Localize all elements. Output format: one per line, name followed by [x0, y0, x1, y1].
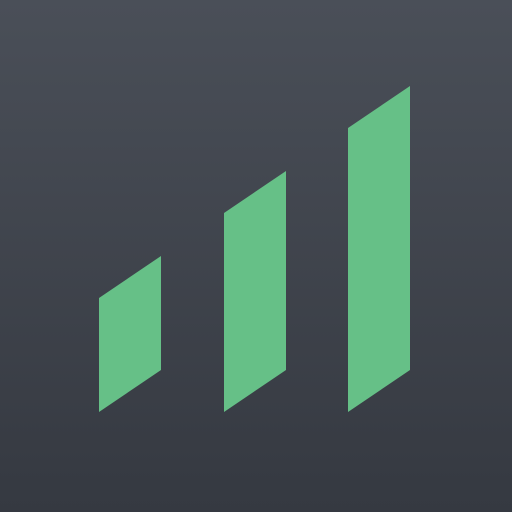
bar-medium [224, 171, 286, 412]
bar-small [99, 256, 161, 412]
signal-bars-icon [99, 86, 410, 412]
app-icon-tile [0, 0, 512, 512]
bar-large [348, 86, 410, 412]
